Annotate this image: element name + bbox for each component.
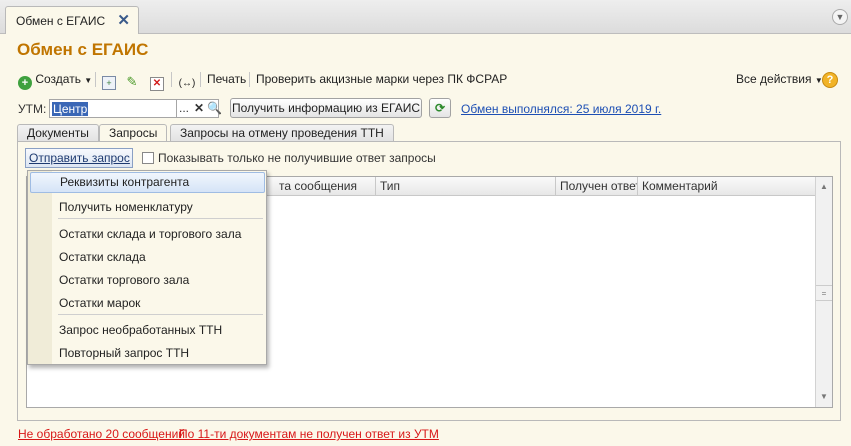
utm-field-buttons: ... ✕ 🔍 [177, 99, 222, 118]
send-request-button[interactable]: Отправить запрос ▼ [25, 148, 133, 182]
divider [249, 72, 250, 87]
exchange-icon: (↔) [178, 78, 196, 89]
help-icon[interactable]: ? [822, 72, 838, 88]
show-unanswered-label: Показывать только не получившие ответ за… [158, 151, 436, 165]
no-response-link[interactable]: По 11-ти документам не получен ответ из … [179, 427, 439, 441]
check-marks-button[interactable]: Проверить акцизные марки через ПК ФСРАР [256, 69, 507, 89]
copy-button[interactable]: + [102, 69, 116, 90]
show-unanswered-checkbox[interactable] [142, 152, 154, 164]
page-title: Обмен с ЕГАИС [17, 40, 149, 59]
column-header-type[interactable]: Тип [376, 177, 556, 196]
divider [200, 72, 201, 87]
delete-icon: ✕ [150, 77, 164, 91]
create-button[interactable]: + Создать ▼ [18, 69, 93, 90]
menu-item-stock-warehouse[interactable]: Остатки склада [59, 250, 146, 264]
edit-button[interactable]: ✎ [125, 69, 139, 89]
utm-field[interactable]: Центр [49, 99, 177, 118]
menu-item-repeat-ttn[interactable]: Повторный запрос ТТН [59, 346, 189, 360]
all-actions-label: Все действия [736, 72, 812, 86]
delete-button[interactable]: ✕ [150, 69, 164, 91]
menu-item-get-nomenclature[interactable]: Получить номенклатуру [59, 200, 193, 214]
vertical-scrollbar[interactable]: ▲ = ▼ [815, 177, 832, 407]
menu-item-stock-trading-hall[interactable]: Остатки торгового зала [59, 273, 189, 287]
exchange-button[interactable]: (↔) [178, 69, 196, 89]
menu-item-stock-warehouse-and-hall[interactable]: Остатки склада и торгового зала [59, 227, 241, 241]
menu-divider [58, 218, 263, 219]
exchange-status-link[interactable]: Обмен выполнялся: 25 июля 2019 г. [461, 102, 661, 116]
utm-label: УТМ: [18, 102, 47, 116]
scroll-down-icon[interactable]: ▼ [816, 389, 832, 405]
window-tab-strip: Обмен с ЕГАИС ✕ ▼ [0, 0, 851, 34]
create-label: Создать [35, 72, 81, 86]
divider [171, 72, 172, 87]
chevron-down-icon: ▼ [84, 76, 93, 85]
tab-documents[interactable]: Документы [17, 124, 99, 142]
refresh-icon[interactable]: ⟳ [429, 98, 451, 118]
close-icon[interactable]: ✕ [117, 11, 130, 29]
search-icon[interactable]: 🔍 [207, 101, 222, 115]
menu-gutter [28, 171, 52, 364]
window-tab[interactable]: Обмен с ЕГАИС ✕ [5, 6, 139, 34]
unprocessed-messages-link[interactable]: Не обработано 20 сообщений [18, 427, 185, 441]
print-button[interactable]: Печать [207, 69, 246, 89]
divider [95, 72, 96, 87]
select-ellipsis-icon[interactable]: ... [179, 101, 189, 115]
tab-cancel-requests[interactable]: Запросы на отмену проведения ТТН [170, 124, 394, 142]
send-request-label: Отправить запрос [29, 151, 130, 165]
plus-icon: + [18, 76, 32, 90]
clear-icon[interactable]: ✕ [194, 101, 204, 115]
all-actions-button[interactable]: Все действия ▼ [736, 69, 823, 89]
chevron-down-icon[interactable]: ▼ [832, 9, 848, 25]
send-request-menu: Реквизиты контрагента Получить номенклат… [27, 170, 267, 365]
get-info-button[interactable]: Получить информацию из ЕГАИС [230, 98, 422, 118]
menu-item-counterparty-details[interactable]: Реквизиты контрагента [30, 172, 265, 193]
scroll-thumb[interactable]: = [816, 285, 832, 301]
column-header-comment[interactable]: Комментарий [638, 177, 816, 196]
column-header-response[interactable]: Получен ответ [556, 177, 638, 196]
utm-value: Центр [52, 102, 89, 116]
menu-divider [58, 314, 263, 315]
window-tab-title: Обмен с ЕГАИС [16, 14, 106, 28]
menu-item-stock-marks[interactable]: Остатки марок [59, 296, 140, 310]
pencil-icon: ✎ [126, 74, 138, 89]
menu-item-unprocessed-ttn[interactable]: Запрос необработанных ТТН [59, 323, 222, 337]
copy-icon: + [102, 76, 116, 90]
toolbar: + Создать ▼ + ✎ ✕ (↔) Печать Проверить а… [18, 69, 838, 91]
scroll-up-icon[interactable]: ▲ [816, 179, 832, 195]
